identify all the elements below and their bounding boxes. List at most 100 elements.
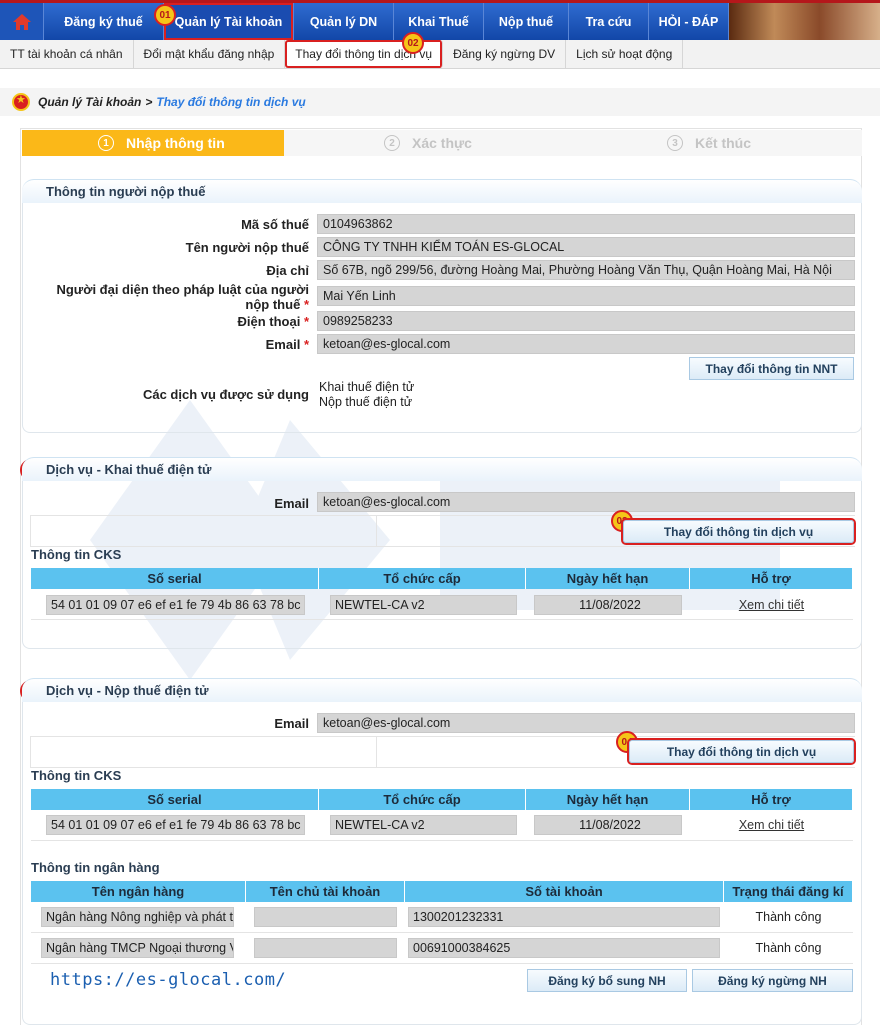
change-taxpayer-info-button[interactable]: Thay đổi thông tin NNT xyxy=(689,357,854,380)
section-khai-thue-title: Dịch vụ - Khai thuế điện tử xyxy=(22,457,862,481)
step-number: 3 xyxy=(667,135,683,151)
step-label: Xác thực xyxy=(412,135,472,151)
wizard-steps: 1 Nhập thông tin 2 Xác thực 3 Kết thúc xyxy=(22,130,862,156)
view-detail-link[interactable]: Xem chi tiết xyxy=(690,598,853,612)
required-mark: * xyxy=(303,337,309,352)
nav-hoi-dap[interactable]: HỎI - ĐÁP xyxy=(649,3,729,40)
national-emblem-icon xyxy=(12,93,30,111)
th-ho-tro: Hỗ trợ xyxy=(690,568,853,589)
step-badge: 01 xyxy=(154,4,176,26)
sub-navigation: TT tài khoản cá nhân Đổi mật khẩu đăng n… xyxy=(0,40,880,69)
row-border xyxy=(376,736,377,768)
cell-bank-status: Thành công xyxy=(755,910,822,924)
label-email-khai: Email xyxy=(274,496,309,511)
field-email-khai: ketoan@es-glocal.com xyxy=(317,492,855,512)
th-so-tai-khoan: Số tài khoản xyxy=(405,881,724,902)
nav-quan-ly-tai-khoan[interactable]: Quản lý Tài khoản xyxy=(164,3,294,40)
cks-title-khai: Thông tin CKS xyxy=(31,547,122,562)
top-navigation: Đăng ký thuế Quản lý Tài khoản Quản lý D… xyxy=(0,0,880,40)
th-ngay-het-han: Ngày hết hạn xyxy=(526,568,690,589)
cell-bank-status: Thành công xyxy=(755,941,822,955)
cell-bank-account: 1300201232331 xyxy=(408,907,720,927)
nav-quan-ly-dn[interactable]: Quản lý DN xyxy=(294,3,394,40)
field-dia-chi: Số 67B, ngõ 299/56, đường Hoàng Mai, Phư… xyxy=(317,260,855,280)
label-dich-vu: Các dịch vụ được sử dụng xyxy=(142,387,309,402)
row-border xyxy=(30,515,855,516)
field-ten-nnt: CÔNG TY TNHH KIỂM TOÁN ES-GLOCAL xyxy=(317,237,855,257)
section-taxpayer-title: Thông tin người nộp thuế xyxy=(22,179,862,203)
cell-serial: 54 01 01 09 07 e6 ef e1 fe 79 4b 86 63 7… xyxy=(46,595,305,615)
th-to-chuc-cap: Tổ chức cấp xyxy=(319,789,526,810)
change-service-info-button-khai[interactable]: Thay đổi thông tin dịch vụ xyxy=(623,520,854,543)
footer-url: https://es-glocal.com/ xyxy=(50,970,287,990)
breadcrumb: Quản lý Tài khoản > Thay đổi thông tin d… xyxy=(0,88,880,116)
breadcrumb-root[interactable]: Quản lý Tài khoản xyxy=(38,95,141,109)
subnav-tt-tai-khoan[interactable]: TT tài khoản cá nhân xyxy=(0,40,134,68)
th-so-serial: Số serial xyxy=(31,789,319,810)
step-xac-thuc: 2 Xác thực xyxy=(284,130,569,156)
th-ten-chu-tai-khoan: Tên chủ tài khoản xyxy=(246,881,405,902)
step-label: Nhập thông tin xyxy=(126,135,225,151)
field-nguoi-dai-dien[interactable]: Mai Yến Linh xyxy=(317,286,855,306)
required-mark: * xyxy=(303,297,309,312)
th-ho-tro: Hỗ trợ xyxy=(690,789,853,810)
row-border xyxy=(30,515,31,547)
step-badge: 02 xyxy=(402,32,424,54)
cell-bank-account: 00691000384625 xyxy=(408,938,720,958)
breadcrumb-separator: > xyxy=(145,95,153,109)
row-border xyxy=(31,932,853,933)
add-bank-button[interactable]: Đăng ký bổ sung NH xyxy=(527,969,687,992)
stop-bank-button[interactable]: Đăng ký ngừng NH xyxy=(692,969,853,992)
label-nguoi-dai-dien: Người đại diện theo pháp luật của người … xyxy=(30,282,309,312)
label-ma-so-thue: Mã số thuế xyxy=(241,217,309,232)
row-border xyxy=(30,736,855,737)
cell-serial: 54 01 01 09 07 e6 ef e1 fe 79 4b 86 63 7… xyxy=(46,815,305,835)
cell-bank-name: Ngân hàng TMCP Ngoại thương Việt Nam xyxy=(41,938,234,958)
required-mark: * xyxy=(303,314,309,329)
subnav-lich-su[interactable]: Lịch sử hoạt động xyxy=(566,40,684,68)
label-email-nop: Email xyxy=(274,716,309,731)
cell-expiry: 11/08/2022 xyxy=(534,595,682,615)
subnav-doi-mat-khau[interactable]: Đổi mật khẩu đăng nhập xyxy=(134,40,286,68)
bank-title: Thông tin ngân hàng xyxy=(31,860,160,875)
step-nhap-thong-tin: 1 Nhập thông tin xyxy=(22,130,297,156)
change-service-info-button-nop[interactable]: Thay đổi thông tin dịch vụ xyxy=(629,740,854,763)
label-dien-thoai: Điện thoại * xyxy=(30,314,309,329)
field-ma-so-thue: 0104963862 xyxy=(317,214,855,234)
label-dia-chi: Địa chỉ xyxy=(266,263,309,278)
step-ket-thuc: 3 Kết thúc xyxy=(569,130,862,156)
view-detail-link[interactable]: Xem chi tiết xyxy=(690,818,853,832)
th-ngay-het-han: Ngày hết hạn xyxy=(526,789,690,810)
row-border xyxy=(30,767,855,768)
th-to-chuc-cap: Tổ chức cấp xyxy=(319,568,526,589)
step-number: 2 xyxy=(384,135,400,151)
label-nguoi-dai-dien-text: Người đại diện theo pháp luật của người … xyxy=(56,282,309,312)
cell-expiry: 11/08/2022 xyxy=(534,815,682,835)
section-nop-thue-title: Dịch vụ - Nộp thuế điện tử xyxy=(22,678,862,702)
breadcrumb-current: Thay đổi thông tin dịch vụ xyxy=(156,95,306,109)
field-email[interactable]: ketoan@es-glocal.com xyxy=(317,334,855,354)
home-icon xyxy=(12,13,31,30)
field-dien-thoai[interactable]: 0989258233 xyxy=(317,311,855,331)
row-border xyxy=(31,619,853,620)
cell-issuer: NEWTEL-CA v2 xyxy=(330,595,517,615)
row-border xyxy=(30,546,855,547)
cks-title-nop: Thông tin CKS xyxy=(31,768,122,783)
step-label: Kết thúc xyxy=(695,135,751,151)
label-ten-nnt: Tên người nộp thuế xyxy=(185,240,309,255)
service-item: Nộp thuế điện tử xyxy=(319,395,413,409)
label-email-text: Email xyxy=(265,337,301,352)
header-banner-image xyxy=(729,3,880,40)
row-border xyxy=(376,515,377,547)
nav-tra-cuu[interactable]: Tra cứu xyxy=(569,3,649,40)
cell-bank-name: Ngân hàng Nông nghiệp và phát triển xyxy=(41,907,234,927)
th-so-serial: Số serial xyxy=(31,568,319,589)
row-border xyxy=(31,840,853,841)
subnav-dang-ky-ngung[interactable]: Đăng ký ngừng DV xyxy=(443,40,567,68)
service-item: Khai thuế điện tử xyxy=(319,380,415,394)
nav-nop-thue[interactable]: Nộp thuế xyxy=(484,3,569,40)
nav-dang-ky-thue[interactable]: Đăng ký thuế xyxy=(44,3,164,40)
field-email-nop: ketoan@es-glocal.com xyxy=(317,713,855,733)
home-button[interactable] xyxy=(0,3,44,40)
step-number: 1 xyxy=(98,135,114,151)
